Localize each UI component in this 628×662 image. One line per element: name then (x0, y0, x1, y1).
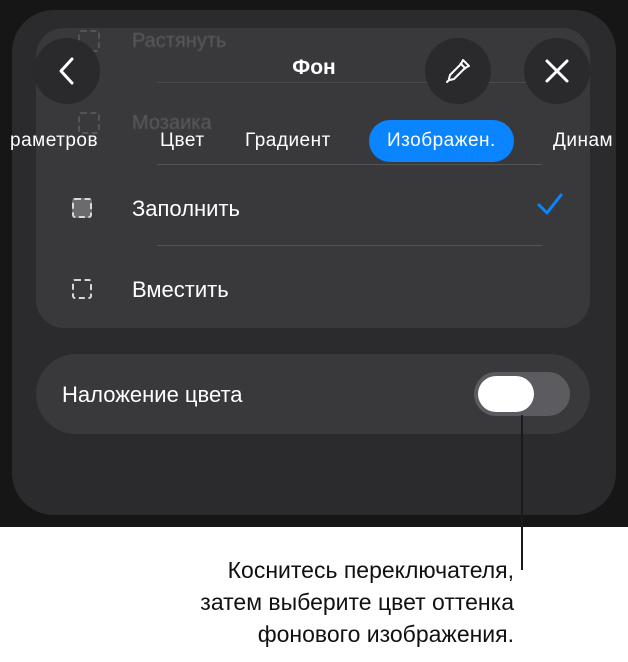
checkmark-icon (537, 193, 563, 215)
fit-icon (72, 279, 92, 299)
back-button[interactable] (34, 38, 100, 104)
option-fill[interactable]: Заполнить (36, 168, 590, 248)
toggle-knob (478, 376, 534, 412)
tab-color[interactable]: Цвет (160, 120, 205, 162)
color-overlay-label: Наложение цвета (62, 382, 243, 407)
stretch-ghost-label: Растянуть (132, 30, 227, 52)
callout-line-1: Коснитесь переключателя, (227, 557, 514, 583)
tabs-separator (157, 164, 542, 165)
tab-gradient[interactable]: Градиент (245, 120, 331, 162)
option-fill-label: Заполнить (132, 196, 241, 221)
color-overlay-row: Наложение цвета (36, 354, 590, 434)
eyedropper-icon (446, 59, 470, 83)
option-fit-label: Вместить (132, 277, 229, 302)
close-icon (545, 59, 569, 83)
tab-dynamic[interactable]: Динам (553, 120, 613, 162)
callout-leader-line (521, 415, 523, 570)
chevron-left-icon (59, 57, 74, 85)
close-button[interactable] (524, 38, 590, 104)
callout-text: Коснитесь переключателя, затем выберите … (90, 554, 514, 650)
eyedropper-button[interactable] (425, 38, 491, 104)
tab-image[interactable]: Изображен. (369, 120, 514, 162)
option-fit[interactable]: Вместить (36, 249, 590, 329)
tab-parameters[interactable]: раметров (10, 120, 98, 162)
options-separator (157, 245, 542, 246)
callout-line-3: фонового изображения. (257, 621, 514, 647)
fill-icon (72, 198, 92, 218)
page-title: Фон (292, 56, 336, 79)
app-screen: Растянуть Мозаика Фон раметров Цвет Град… (0, 0, 628, 527)
tab-bar: раметров Цвет Градиент Изображен. Динам (0, 120, 628, 162)
color-overlay-toggle[interactable] (474, 372, 570, 416)
callout-line-2: затем выберите цвет оттенка (200, 589, 514, 615)
